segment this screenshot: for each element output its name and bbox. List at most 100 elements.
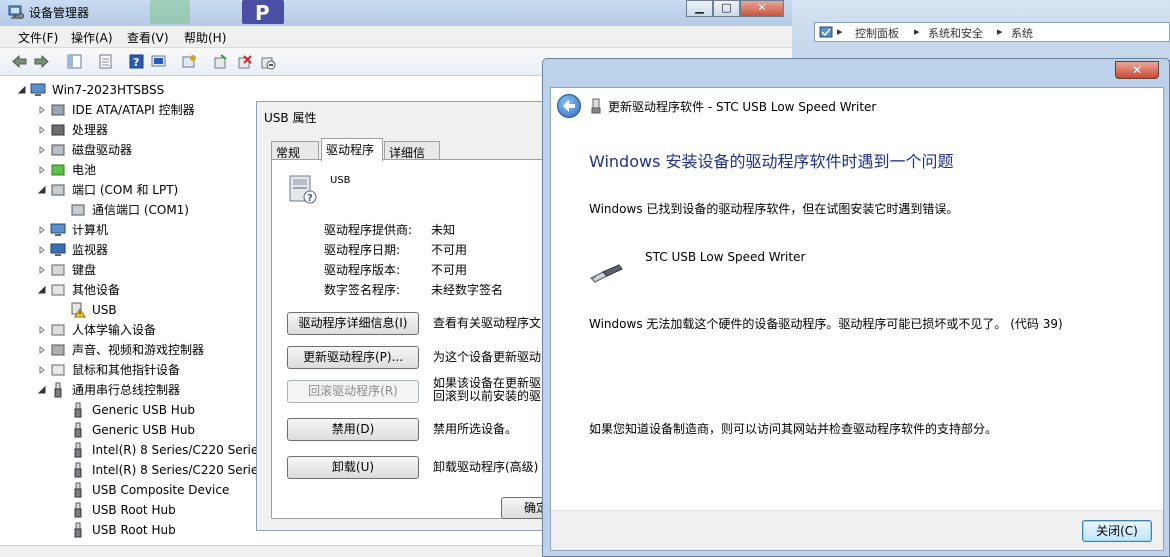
tab-details[interactable]: 详细信息 bbox=[384, 141, 440, 177]
taskbar-thumbnails: P bbox=[150, 0, 290, 25]
back-icon[interactable] bbox=[11, 53, 28, 70]
tab-general[interactable]: 常规 bbox=[271, 141, 319, 161]
tree-node[interactable]: Intel(R) 8 Series/C220 Series bbox=[0, 460, 256, 480]
help-icon[interactable]: ? bbox=[128, 53, 145, 70]
usb-icon bbox=[74, 482, 82, 498]
control-panel-window: ▸ 控制面板 ▸ 系统和安全 ▸ 系统 bbox=[792, 0, 1170, 60]
keyboard-icon bbox=[51, 264, 65, 276]
tree-node[interactable]: Intel(R) 8 Series/C220 Series bbox=[0, 440, 256, 460]
tree-node[interactable]: 处理器 bbox=[0, 120, 256, 140]
tree-node[interactable]: Generic USB Hub bbox=[0, 420, 256, 440]
tree-node[interactable]: 通用串行总线控制器 bbox=[0, 380, 256, 400]
device-manager-titlebar[interactable]: 设备管理器 P ▁ □ ✕ bbox=[0, 0, 792, 26]
menu-action[interactable]: 操作(A) bbox=[71, 29, 113, 46]
forward-icon[interactable] bbox=[33, 53, 50, 70]
update-driver-icon[interactable] bbox=[181, 53, 198, 70]
driver-action-button[interactable]: 更新驱动程序(P)... bbox=[287, 346, 419, 369]
tree-node-label: 通用串行总线控制器 bbox=[72, 383, 181, 397]
scan-hardware-icon[interactable] bbox=[150, 53, 167, 70]
driver-action-button[interactable]: 回滚驱动程序(R) bbox=[287, 380, 419, 403]
tree-node[interactable]: USB Root Hub bbox=[0, 520, 256, 540]
collapsed-arrow-icon[interactable] bbox=[38, 266, 46, 274]
tree-node[interactable]: Win7-2023HTSBSS bbox=[0, 80, 256, 100]
breadcrumb-separator-icon: ▸ bbox=[837, 25, 843, 38]
collapsed-arrow-icon[interactable] bbox=[38, 146, 46, 154]
menu-help[interactable]: 帮助(H) bbox=[184, 29, 226, 46]
tab-driver[interactable]: 驱动程序 bbox=[321, 138, 383, 161]
tree-node-label: 端口 (COM 和 LPT) bbox=[72, 183, 179, 197]
breadcrumb-control-panel[interactable]: 控制面板 bbox=[855, 25, 899, 41]
menu-bar: 文件(F) 操作(A) 查看(V) 帮助(H) bbox=[0, 26, 792, 48]
ide-controller-icon bbox=[51, 104, 65, 116]
dialog-footer: 关闭(C) bbox=[551, 510, 1163, 550]
usb-icon bbox=[74, 422, 82, 438]
tree-node[interactable]: 端口 (COM 和 LPT) bbox=[0, 180, 256, 200]
error-code-message: Windows 无法加载这个硬件的设备驱动程序。驱动程序可能已损坏或不见了。 (… bbox=[589, 317, 1063, 331]
tree-node[interactable]: 人体学输入设备 bbox=[0, 320, 256, 340]
tree-node[interactable]: 通信端口 (COM1) bbox=[0, 200, 256, 220]
driver-action-button[interactable]: 驱动程序详细信息(I) bbox=[287, 312, 419, 335]
background-thumbnail-p-icon: P bbox=[242, 0, 284, 25]
collapsed-arrow-icon[interactable] bbox=[38, 366, 46, 374]
address-bar[interactable]: ▸ 控制面板 ▸ 系统和安全 ▸ 系统 bbox=[814, 22, 1170, 42]
collapsed-arrow-icon[interactable] bbox=[38, 166, 46, 174]
tree-node-label: 键盘 bbox=[72, 263, 97, 277]
driver-action-button[interactable]: 禁用(D) bbox=[287, 418, 419, 441]
close-dialog-button[interactable]: 关闭(C) bbox=[1082, 520, 1152, 542]
usb-properties-title: USB 属性 bbox=[264, 111, 317, 125]
device-manager-icon bbox=[8, 5, 24, 19]
tree-node[interactable]: USB Composite Device bbox=[0, 480, 256, 500]
tree-node-label: 电池 bbox=[72, 163, 97, 177]
enable-device-icon[interactable] bbox=[212, 53, 229, 70]
driver-action-description: 查看有关驱动程序文 bbox=[433, 316, 542, 330]
expanded-arrow-icon[interactable] bbox=[38, 286, 46, 294]
tree-node[interactable]: 鼠标和其他指针设备 bbox=[0, 360, 256, 380]
driver-action-description: 卸载驱动程序(高级) bbox=[433, 460, 539, 474]
tree-node[interactable]: 电池 bbox=[0, 160, 256, 180]
properties-icon[interactable] bbox=[97, 53, 114, 70]
show-hide-console-tree-icon[interactable] bbox=[66, 53, 83, 70]
tree-node-label: USB bbox=[92, 303, 117, 317]
collapsed-arrow-icon[interactable] bbox=[38, 346, 46, 354]
breadcrumb-system[interactable]: 系统 bbox=[1011, 25, 1033, 41]
expanded-arrow-icon[interactable] bbox=[38, 186, 46, 194]
dialog-close-button[interactable]: ✕ bbox=[1115, 61, 1159, 79]
disable-device-icon[interactable] bbox=[259, 53, 276, 70]
driver-action-button[interactable]: 卸载(U) bbox=[287, 456, 419, 479]
expanded-arrow-icon[interactable] bbox=[38, 386, 46, 394]
tree-node[interactable]: 计算机 bbox=[0, 220, 256, 240]
menu-view[interactable]: 查看(V) bbox=[127, 29, 169, 46]
tree-node[interactable]: 磁盘驱动器 bbox=[0, 140, 256, 160]
device-tree[interactable]: Win7-2023HTSBSS IDE ATA/ATAPI 控制器 处理器 磁盘驱动器… bbox=[0, 77, 256, 547]
device-name-label: STC USB Low Speed Writer bbox=[645, 250, 806, 264]
collapsed-arrow-icon[interactable] bbox=[38, 106, 46, 114]
usb-icon bbox=[74, 502, 82, 518]
back-arrow-icon[interactable] bbox=[557, 94, 581, 118]
tree-node[interactable]: 声音、视频和游戏控制器 bbox=[0, 340, 256, 360]
driver-field-value: 未知 bbox=[431, 223, 456, 237]
tree-node[interactable]: USB bbox=[0, 300, 256, 320]
tree-node[interactable]: 其他设备 bbox=[0, 280, 256, 300]
menu-file[interactable]: 文件(F) bbox=[18, 29, 58, 46]
collapsed-arrow-icon[interactable] bbox=[38, 126, 46, 134]
hid-icon bbox=[51, 324, 65, 336]
tree-node[interactable]: USB Root Hub bbox=[0, 500, 256, 520]
sound-icon bbox=[51, 344, 65, 356]
mouse-icon bbox=[51, 364, 65, 376]
minimize-button[interactable]: ▁ bbox=[686, 0, 713, 17]
tree-node[interactable]: Generic USB Hub bbox=[0, 400, 256, 420]
tree-node-label: 鼠标和其他指针设备 bbox=[72, 363, 181, 377]
uninstall-icon[interactable] bbox=[236, 53, 253, 70]
driver-action-description: 为这个设备更新驱动 bbox=[433, 350, 542, 364]
maximize-button[interactable]: □ bbox=[713, 0, 740, 17]
driver-field-label: 数字签名程序: bbox=[324, 283, 401, 297]
collapsed-arrow-icon[interactable] bbox=[38, 326, 46, 334]
expanded-arrow-icon[interactable] bbox=[18, 86, 26, 94]
breadcrumb-system-security[interactable]: 系统和安全 bbox=[928, 25, 983, 41]
close-button[interactable]: ✕ bbox=[740, 0, 784, 17]
collapsed-arrow-icon[interactable] bbox=[38, 226, 46, 234]
collapsed-arrow-icon[interactable] bbox=[38, 246, 46, 254]
tree-node[interactable]: IDE ATA/ATAPI 控制器 bbox=[0, 100, 256, 120]
tree-node[interactable]: 监视器 bbox=[0, 240, 256, 260]
tree-node[interactable]: 键盘 bbox=[0, 260, 256, 280]
